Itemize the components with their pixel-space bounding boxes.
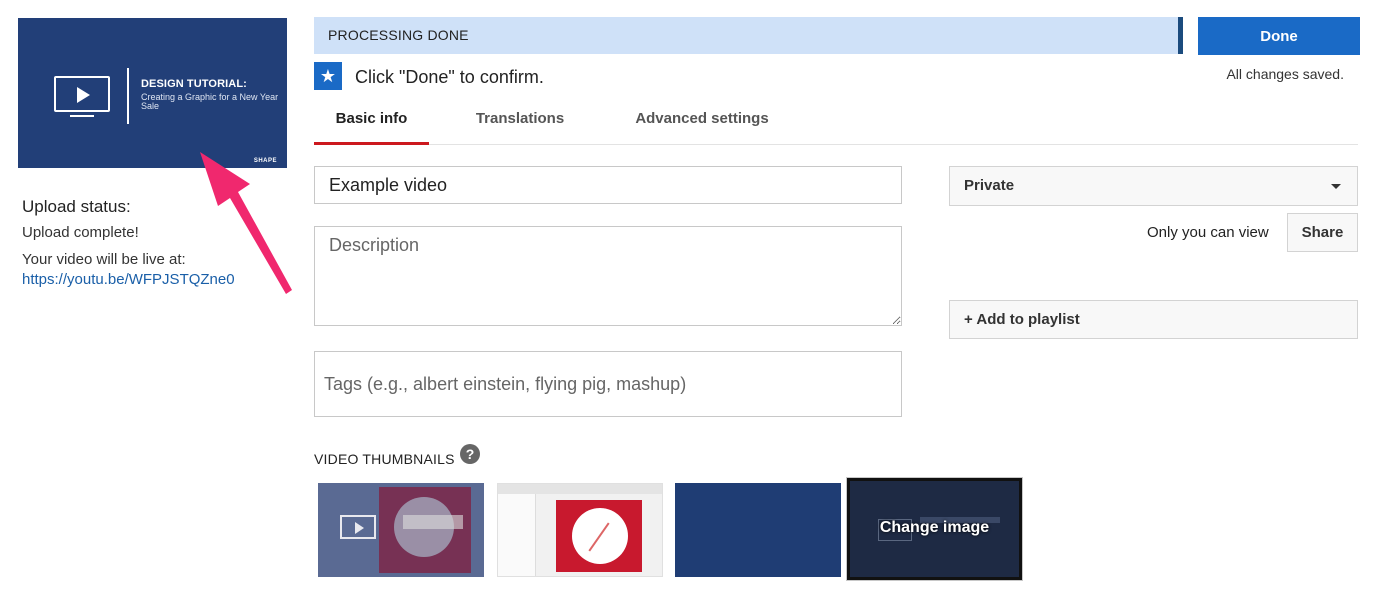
tv-play-icon — [340, 515, 376, 539]
thumbnail-option-3[interactable] — [675, 483, 841, 577]
add-to-playlist-button[interactable]: + Add to playlist — [949, 300, 1358, 339]
custom-thumbnail[interactable]: Change image — [847, 478, 1022, 580]
processing-status-bar: PROCESSING DONE — [314, 17, 1183, 54]
thumb-graphic — [498, 484, 662, 494]
tv-stand — [70, 115, 94, 117]
privacy-value: Private — [964, 177, 1015, 194]
change-image-label[interactable]: Change image — [850, 519, 1019, 537]
thumb-graphic — [403, 515, 463, 529]
description-input[interactable] — [314, 226, 902, 326]
save-status: All changes saved. — [1226, 66, 1344, 82]
visibility-text: Only you can view — [1147, 224, 1269, 241]
thumbnails-heading: VIDEO THUMBNAILS — [314, 451, 455, 467]
divider — [127, 68, 129, 124]
confirm-message: Click "Done" to confirm. — [355, 67, 544, 87]
share-button[interactable]: Share — [1287, 213, 1358, 252]
upload-status-text: Upload complete! — [22, 224, 139, 241]
tab-basic-info[interactable]: Basic info — [314, 104, 429, 145]
thumbnail-option-2[interactable] — [497, 483, 663, 577]
caret-down-icon — [1331, 184, 1341, 189]
preview-subtitle: Creating a Graphic for a New Year Sale — [141, 92, 279, 111]
star-icon: ★ — [314, 62, 342, 90]
thumbnail-option-1[interactable] — [318, 483, 484, 577]
title-input[interactable] — [314, 166, 902, 204]
privacy-select[interactable]: Private — [949, 166, 1358, 206]
thumb-graphic — [498, 494, 536, 576]
upload-status-heading: Upload status: — [22, 197, 131, 216]
tags-input[interactable] — [314, 351, 902, 417]
tv-play-icon — [54, 76, 110, 112]
preview-title: DESIGN TUTORIAL: — [141, 78, 247, 90]
done-button[interactable]: Done — [1198, 17, 1360, 55]
tab-advanced-settings[interactable]: Advanced settings — [628, 104, 776, 145]
tab-translations[interactable]: Translations — [464, 104, 576, 145]
tab-bar: Basic info Translations Advanced setting… — [314, 104, 1358, 145]
live-url-label: Your video will be live at: — [22, 251, 186, 268]
live-url-link[interactable]: https://youtu.be/WFPJSTQZne0 — [22, 271, 235, 288]
help-icon[interactable]: ? — [460, 444, 480, 464]
